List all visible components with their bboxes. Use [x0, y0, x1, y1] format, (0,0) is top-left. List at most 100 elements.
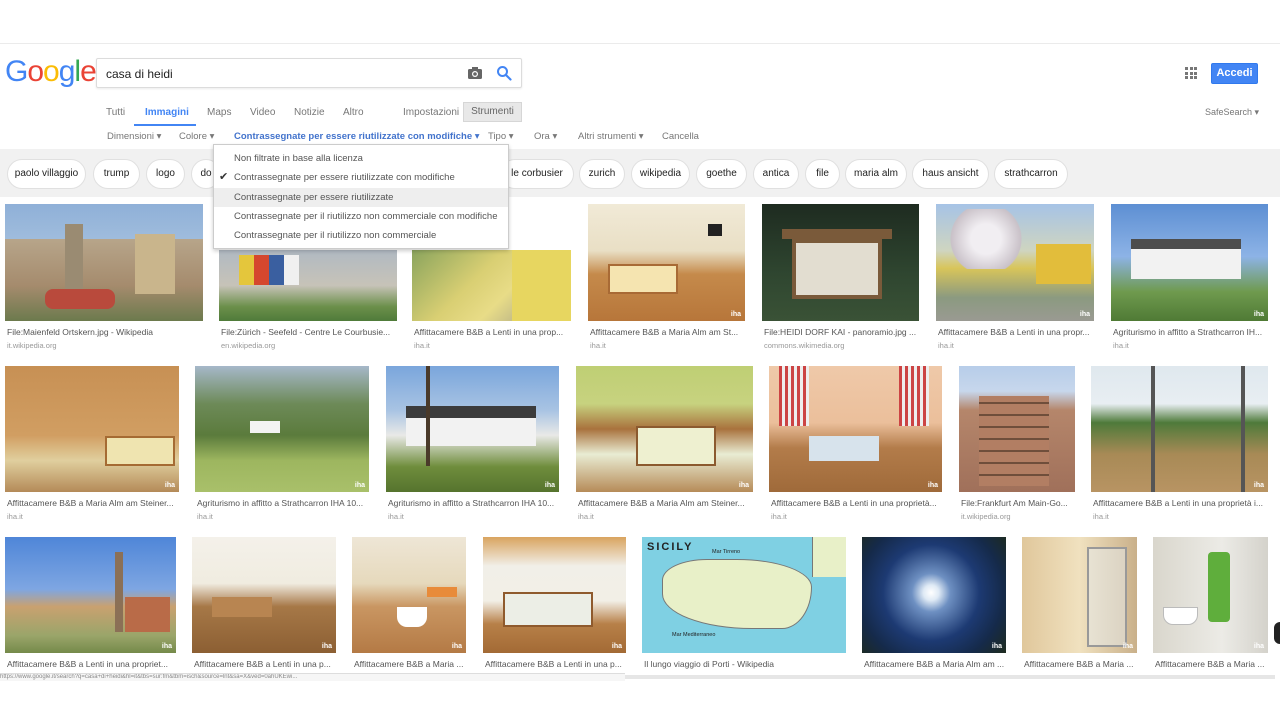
size-filter[interactable]: Dimensioni ▾: [107, 131, 161, 142]
result-image[interactable]: iha: [5, 366, 179, 492]
more-tools-filter[interactable]: Altri strumenti ▾: [578, 131, 643, 142]
tools-button[interactable]: Strumenti: [463, 102, 522, 122]
tab-images[interactable]: Immagini: [145, 107, 189, 118]
result-caption[interactable]: File:Zürich - Seefeld - Centre Le Courbu…: [221, 327, 397, 337]
result-caption[interactable]: Affittacamere B&B a Maria Alm am Steiner…: [7, 498, 179, 508]
license-filter[interactable]: Contrassegnate per essere riutilizzate c…: [234, 131, 480, 142]
result-image[interactable]: iha: [195, 366, 369, 492]
result-caption[interactable]: Il lungo viaggio di Porti - Wikipedia: [644, 659, 846, 669]
result-image[interactable]: [412, 250, 571, 321]
tab-more[interactable]: Altro: [343, 107, 364, 118]
result-source: iha.it: [938, 341, 954, 350]
horizontal-scrollbar[interactable]: [625, 675, 1275, 679]
result-image[interactable]: iha: [1022, 537, 1137, 653]
result-caption[interactable]: Affittacamere B&B a Maria Alm am St...: [590, 327, 745, 337]
result-caption[interactable]: Affittacamere B&B a Lenti in una proprie…: [771, 498, 942, 508]
apps-grid-icon[interactable]: [1185, 67, 1197, 79]
watermark: iha: [544, 482, 555, 489]
check-icon: ✔: [219, 171, 229, 183]
result-image[interactable]: iha: [5, 537, 176, 653]
watermark: iha: [321, 643, 332, 650]
map-label: Mar Mediterraneo: [672, 632, 716, 638]
result-caption[interactable]: Affittacamere B&B a Maria Alm am Steiner…: [578, 498, 753, 508]
watermark: iha: [730, 311, 741, 318]
chip[interactable]: trump: [93, 159, 140, 189]
result-image[interactable]: iha: [352, 537, 466, 653]
watermark: iha: [1253, 643, 1264, 650]
result-image[interactable]: iha: [862, 537, 1006, 653]
clear-filters[interactable]: Cancella: [662, 131, 699, 142]
result-caption[interactable]: Affittacamere B&B a Lenti in una proprie…: [1093, 498, 1268, 508]
result-caption[interactable]: Affittacamere B&B a Lenti in una p...: [485, 659, 626, 669]
license-option-all[interactable]: Non filtrate in base alla licenza: [214, 149, 508, 168]
result-image[interactable]: [219, 250, 397, 321]
license-option-noncommercial-modify[interactable]: Contrassegnate per il riutilizzo non com…: [214, 207, 508, 226]
result-caption[interactable]: Affittacamere B&B a Lenti in una proprie…: [7, 659, 176, 669]
result-caption[interactable]: Affittacamere B&B a Maria ...: [1024, 659, 1137, 669]
chip[interactable]: strathcarron: [994, 159, 1068, 189]
time-filter[interactable]: Ora ▾: [534, 131, 557, 142]
chip[interactable]: file: [805, 159, 840, 189]
result-image[interactable]: iha: [483, 537, 626, 653]
result-caption[interactable]: Agriturismo in affitto a Strathcarron IH…: [1113, 327, 1268, 337]
result-image[interactable]: iha: [576, 366, 753, 492]
result-caption[interactable]: Agriturismo in affitto a Strathcarron IH…: [197, 498, 369, 508]
result-image[interactable]: iha: [936, 204, 1094, 321]
chip[interactable]: antica: [753, 159, 799, 189]
result-image[interactable]: iha: [1111, 204, 1268, 321]
result-image[interactable]: iha: [769, 366, 942, 492]
result-image[interactable]: iha: [1153, 537, 1268, 653]
watermark: iha: [1253, 311, 1264, 318]
safesearch-menu[interactable]: SafeSearch ▾: [1205, 107, 1259, 118]
result-caption[interactable]: File:HEIDI DORF KAI - panoramio.jpg ...: [764, 327, 919, 337]
result-image[interactable]: [762, 204, 919, 321]
license-option-reuse-modify[interactable]: ✔ Contrassegnate per essere riutilizzate …: [214, 168, 508, 187]
result-caption[interactable]: File:Frankfurt Am Main-Go...: [961, 498, 1075, 508]
chip[interactable]: wikipedia: [631, 159, 690, 189]
signin-button[interactable]: Accedi: [1211, 63, 1258, 84]
result-caption[interactable]: Affittacamere B&B a Lenti in una prop...: [414, 327, 571, 337]
chip[interactable]: paolo villaggio: [7, 159, 86, 189]
tab-maps[interactable]: Maps: [207, 107, 231, 118]
result-caption[interactable]: File:Maienfeld Ortskern.jpg - Wikipedia: [7, 327, 201, 337]
result-source: it.wikipedia.org: [961, 512, 1011, 521]
result-image[interactable]: iha: [588, 204, 745, 321]
chip[interactable]: le corbusier: [500, 159, 574, 189]
result-caption[interactable]: Affittacamere B&B a Lenti in una propr..…: [938, 327, 1094, 337]
watermark: iha: [1122, 643, 1133, 650]
result-image[interactable]: [5, 204, 203, 321]
result-caption[interactable]: Affittacamere B&B a Lenti in una p...: [194, 659, 336, 669]
result-image[interactable]: iha: [1091, 366, 1268, 492]
result-caption[interactable]: Agriturismo in affitto a Strathcarron IH…: [388, 498, 559, 508]
result-image[interactable]: [959, 366, 1075, 492]
result-caption[interactable]: Affittacamere B&B a Maria ...: [1155, 659, 1268, 669]
chip[interactable]: logo: [146, 159, 185, 189]
watermark: iha: [611, 643, 622, 650]
result-source: iha.it: [1093, 512, 1109, 521]
tab-all[interactable]: Tutti: [106, 107, 125, 118]
chip[interactable]: haus ansicht: [912, 159, 989, 189]
result-image[interactable]: SICILY Mar Tirreno Mar Mediterraneo: [642, 537, 846, 653]
result-caption[interactable]: Affittacamere B&B a Maria Alm am ...: [864, 659, 1006, 669]
search-results-page: Google Accedi Tutti Immagini Maps Video …: [0, 0, 1280, 720]
camera-icon[interactable]: [468, 67, 482, 79]
tab-video[interactable]: Video: [250, 107, 275, 118]
chip[interactable]: zurich: [579, 159, 625, 189]
license-option-reuse[interactable]: Contrassegnate per essere riutilizzate: [214, 188, 508, 207]
search-icon[interactable]: [496, 65, 512, 81]
tab-news[interactable]: Notizie: [294, 107, 325, 118]
chip[interactable]: goethe: [696, 159, 747, 189]
result-image[interactable]: iha: [386, 366, 559, 492]
license-option-noncommercial[interactable]: Contrassegnate per il riutilizzo non com…: [214, 226, 508, 245]
result-image[interactable]: iha: [192, 537, 336, 653]
scroll-handle[interactable]: [1274, 622, 1280, 644]
color-filter[interactable]: Colore ▾: [179, 131, 214, 142]
tab-settings[interactable]: Impostazioni: [403, 107, 459, 118]
type-filter[interactable]: Tipo ▾: [488, 131, 514, 142]
result-source: iha.it: [578, 512, 594, 521]
chip[interactable]: maria alm: [845, 159, 907, 189]
search-box: [96, 58, 522, 88]
google-logo[interactable]: Google: [5, 55, 97, 89]
search-input[interactable]: [106, 64, 456, 84]
result-caption[interactable]: Affittacamere B&B a Maria ...: [354, 659, 466, 669]
